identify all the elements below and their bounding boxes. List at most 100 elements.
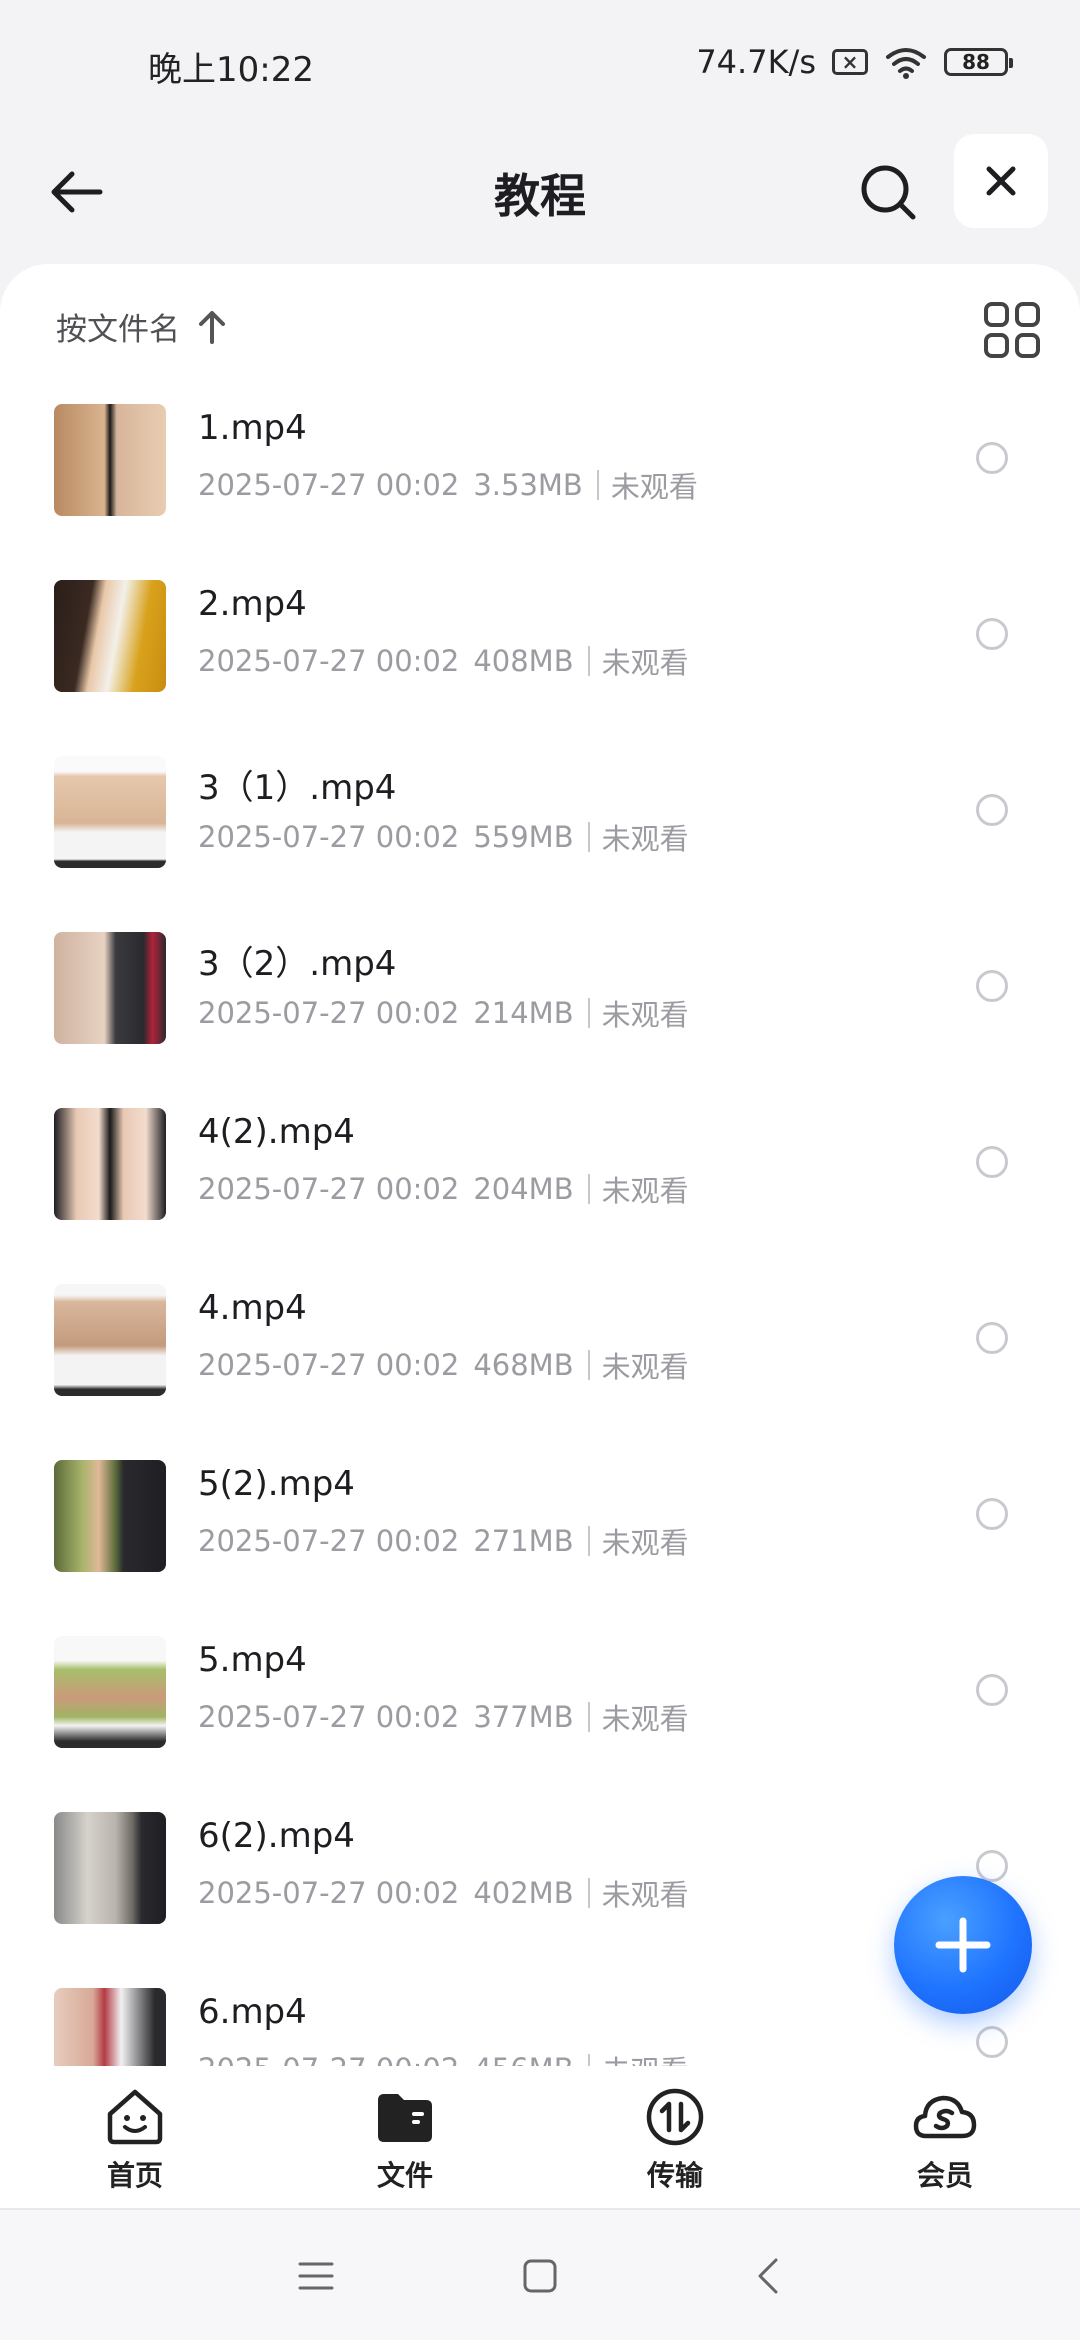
no-sim-icon: × [832, 49, 868, 75]
file-name: 2.mp4 [198, 584, 307, 624]
folder-icon [372, 2084, 438, 2150]
file-row[interactable]: 3（1）.mp4 2025-07-27 00:02 559MB 未观看 [0, 746, 1080, 922]
file-name: 4.mp4 [198, 1288, 307, 1328]
system-nav-bar [0, 2210, 1080, 2340]
file-size: 3.53MB [473, 468, 583, 502]
file-size: 468MB [473, 1348, 574, 1382]
menu-icon [298, 2262, 334, 2290]
file-row[interactable]: 5.mp4 2025-07-27 00:02 377MB 未观看 [0, 1626, 1080, 1802]
file-meta: 2025-07-27 00:02 204MB 未观看 [198, 1168, 689, 1210]
nav-item-transfer[interactable]: 传输 [540, 2066, 810, 2208]
grid-cell [984, 302, 1009, 327]
search-button[interactable] [848, 152, 928, 232]
chevron-left-icon [758, 2258, 778, 2294]
nav-item-files[interactable]: 文件 [270, 2066, 540, 2208]
file-name: 1.mp4 [198, 408, 307, 448]
file-name: 5(2).mp4 [198, 1464, 355, 1504]
recents-button[interactable] [292, 2252, 340, 2300]
add-button[interactable] [894, 1876, 1032, 2014]
select-checkbox[interactable] [976, 618, 1008, 650]
select-checkbox[interactable] [976, 2026, 1008, 2058]
file-date: 2025-07-27 00:02 [198, 1700, 460, 1734]
watch-status: 未观看 [610, 470, 698, 504]
watch-status: 未观看 [601, 822, 689, 856]
square-icon [523, 2259, 557, 2293]
select-checkbox[interactable] [976, 1322, 1008, 1354]
select-checkbox[interactable] [976, 970, 1008, 1002]
file-date: 2025-07-27 00:02 [198, 1524, 460, 1558]
grid-cell [984, 333, 1009, 358]
video-thumbnail [54, 1636, 166, 1748]
wifi-icon [886, 48, 926, 79]
select-checkbox[interactable] [976, 794, 1008, 826]
file-meta: 2025-07-27 00:02 456MB 未观看 [198, 2048, 689, 2066]
video-thumbnail [54, 756, 166, 868]
file-meta: 2025-07-27 00:02 468MB 未观看 [198, 1344, 689, 1386]
select-checkbox[interactable] [976, 442, 1008, 474]
file-name: 3（1）.mp4 [198, 768, 397, 808]
nav-item-home[interactable]: 首页 [0, 2066, 270, 2208]
file-date: 2025-07-27 00:02 [198, 1172, 460, 1206]
file-name: 6(2).mp4 [198, 1816, 355, 1856]
file-size: 377MB [473, 1700, 574, 1734]
file-size: 214MB [473, 996, 574, 1030]
file-meta: 2025-07-27 00:02 402MB 未观看 [198, 1872, 689, 1914]
file-date: 2025-07-27 00:02 [198, 996, 460, 1030]
select-checkbox[interactable] [976, 1674, 1008, 1706]
file-date: 2025-07-27 00:02 [198, 2052, 459, 2066]
nav-label: 首页 [106, 2159, 163, 2192]
file-row[interactable]: 4.mp4 2025-07-27 00:02 468MB 未观看 [0, 1274, 1080, 1450]
sort-label: 按文件名 [56, 312, 180, 348]
close-button[interactable] [954, 134, 1048, 228]
video-thumbnail [54, 1988, 166, 2066]
status-bar: 晚上10:22 74.7K/s × 88 [0, 0, 1080, 130]
file-meta: 2025-07-27 00:02 3.53MB 未观看 [198, 464, 698, 506]
video-thumbnail [54, 1284, 166, 1396]
select-checkbox[interactable] [976, 1146, 1008, 1178]
file-row[interactable]: 3（2）.mp4 2025-07-27 00:02 214MB 未观看 [0, 922, 1080, 1098]
file-meta: 2025-07-27 00:02 408MB 未观看 [198, 640, 689, 682]
file-list: 1.mp4 2025-07-27 00:02 3.53MB 未观看 2.mp4 … [0, 394, 1080, 2066]
file-list-card: 按文件名 1.mp4 2025-07-27 00:02 3.53MB 未观看 2… [0, 264, 1080, 2066]
file-row[interactable]: 2.mp4 2025-07-27 00:02 408MB 未观看 [0, 570, 1080, 746]
system-back-button[interactable] [744, 2252, 792, 2300]
file-date: 2025-07-27 00:02 [198, 468, 460, 502]
select-checkbox[interactable] [976, 1850, 1008, 1882]
file-row[interactable]: 1.mp4 2025-07-27 00:02 3.53MB 未观看 [0, 394, 1080, 570]
bottom-nav: 首页 文件 传输 会员 [0, 2066, 1080, 2210]
select-checkbox[interactable] [976, 1498, 1008, 1530]
battery-indicator: 88 [944, 48, 1013, 76]
app-header: 教程 [0, 130, 1080, 260]
watch-status: 未观看 [601, 1878, 689, 1912]
file-row[interactable]: 5(2).mp4 2025-07-27 00:02 271MB 未观看 [0, 1450, 1080, 1626]
file-date: 2025-07-27 00:02 [198, 820, 460, 854]
file-meta: 2025-07-27 00:02 271MB 未观看 [198, 1520, 689, 1562]
nav-label: 传输 [646, 2159, 703, 2192]
home-face-icon [102, 2084, 168, 2150]
home-button[interactable] [516, 2252, 564, 2300]
watch-status: 未观看 [601, 646, 689, 680]
grid-cell [1015, 333, 1040, 358]
grid-view-icon[interactable] [984, 302, 1040, 358]
file-row[interactable]: 4(2).mp4 2025-07-27 00:02 204MB 未观看 [0, 1098, 1080, 1274]
watch-status: 未观看 [602, 2048, 689, 2066]
sort-selector[interactable]: 按文件名 [56, 304, 226, 349]
file-name: 4(2).mp4 [198, 1112, 355, 1152]
arrow-up-icon [199, 310, 225, 344]
file-name: 5.mp4 [198, 1640, 307, 1680]
video-thumbnail [54, 1108, 166, 1220]
plus-icon [935, 1917, 991, 1973]
file-date: 2025-07-27 00:02 [198, 1348, 460, 1382]
file-size: 559MB [473, 820, 574, 854]
status-indicators: 74.7K/s × 88 [696, 40, 1013, 84]
status-time: 晚上10:22 [148, 50, 314, 90]
vip-cloud-icon [912, 2084, 978, 2150]
video-thumbnail [54, 404, 166, 516]
watch-status: 未观看 [601, 1526, 689, 1560]
grid-cell [1015, 302, 1040, 327]
video-thumbnail [54, 580, 166, 692]
video-thumbnail [54, 932, 166, 1044]
network-speed: 74.7K/s [696, 43, 816, 81]
nav-item-vip[interactable]: 会员 [810, 2066, 1080, 2208]
file-size: 456MB [473, 2052, 573, 2066]
